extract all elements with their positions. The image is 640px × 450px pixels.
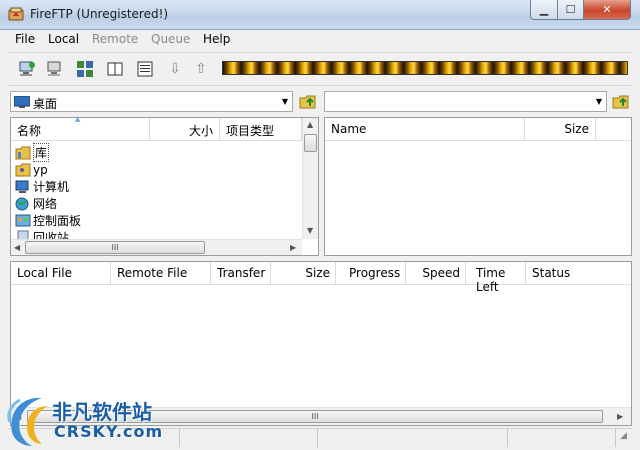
site-manager-icon [77,61,93,77]
queue-col-local-file[interactable]: Local File [11,262,111,285]
status-cell-info [508,429,616,447]
scroll-up-icon[interactable]: ▲ [307,120,313,129]
user-folder-icon [15,163,31,176]
crsky-logo-icon [7,397,48,446]
local-col-name-label: 名称 [17,124,42,138]
connect-button[interactable] [16,59,38,79]
activity-banner [222,61,628,75]
menu-bar: File Local Remote Queue Help [8,30,632,50]
list-item[interactable]: 控制面板 [15,212,81,229]
remote-path-combo[interactable]: ▼ [324,91,607,112]
disconnect-button[interactable] [44,59,66,79]
upload-icon: ⇧ [195,61,207,77]
maximize-icon: ☐ [565,3,576,16]
status-cell-progress [318,429,508,447]
close-button[interactable]: ✕ [583,0,631,20]
list-item[interactable]: 库 [15,143,50,162]
remote-col-name[interactable]: Name [325,118,525,141]
list-item[interactable]: 网络 [15,195,57,212]
window-title: FireFTP (Unregistered!) [30,7,169,21]
scroll-grip: III [311,412,319,421]
computer-icon [15,180,29,193]
remote-col-filler [596,118,631,141]
scroll-down-icon[interactable]: ▼ [307,226,313,235]
item-name: 库 [33,143,50,162]
remote-col-size[interactable]: Size [525,118,596,141]
queue-col-speed[interactable]: Speed [406,262,466,285]
properties-button[interactable] [134,59,156,79]
remote-parent-folder-icon[interactable] [612,92,630,110]
disconnect-icon [47,61,61,76]
list-item[interactable]: 计算机 [15,178,69,195]
watermark-en-text: CRSKY.com [54,422,164,441]
sort-indicator-icon: ▲ [75,115,81,123]
local-col-name[interactable]: 名称 ▲ [11,115,150,141]
scroll-grip: III [111,243,119,252]
local-vertical-scrollbar[interactable]: ▲ ▼ [302,118,318,239]
control-panel-icon [15,214,31,226]
scroll-thumb[interactable]: III [25,241,205,254]
toolbar: ⇩ ⇧ [8,52,632,86]
fireftp-app-icon [8,7,24,21]
status-cell-security [180,429,318,447]
minimize-icon: ▁ [539,3,549,16]
local-col-type[interactable]: 项目类型 [220,118,302,141]
chevron-down-icon[interactable]: ▼ [282,97,288,106]
queue-col-progress[interactable]: Progress [336,262,406,285]
recycle-bin-icon [17,230,29,239]
queue-col-size[interactable]: Size [271,262,336,285]
local-path-combo[interactable]: 桌面 ▼ [10,91,293,112]
menu-help[interactable]: Help [203,32,230,46]
network-icon [15,197,29,210]
scroll-right-icon[interactable]: ▶ [617,412,623,421]
menu-local[interactable]: Local [48,32,79,46]
queue-col-status[interactable]: Status [526,262,631,285]
local-parent-folder-icon[interactable] [299,92,317,110]
scroll-thumb[interactable] [304,134,317,152]
menu-remote[interactable]: Remote [92,32,138,46]
download-icon: ⇩ [169,61,181,77]
crsky-watermark: 非凡软件站 CRSKY.com [0,388,164,450]
local-file-pane[interactable]: 名称 ▲ 大小 项目类型 库 yp 计算机 网络 控制面板 回收站 ▲ ▼ ◀ … [10,115,319,256]
item-name: 控制面板 [33,214,82,228]
site-manager-button[interactable] [74,59,96,79]
properties-icon [137,61,153,77]
connect-icon [19,61,35,76]
desktop-icon [14,96,30,108]
local-col-size[interactable]: 大小 [150,118,220,141]
log-button[interactable] [104,59,126,79]
minimize-button[interactable]: ▁ [530,0,558,20]
title-bar[interactable]: FireFTP (Unregistered!) ▁ ☐ ✕ [0,0,640,30]
download-button[interactable]: ⇩ [164,59,186,79]
log-icon [107,62,123,76]
local-horizontal-scrollbar[interactable]: ◀ III ▶ [11,239,302,255]
remote-file-pane[interactable]: Name Size [324,117,632,256]
close-icon: ✕ [602,3,612,16]
scroll-left-icon[interactable]: ◀ [14,243,20,252]
queue-col-remote-file[interactable]: Remote File [111,262,211,285]
menu-queue[interactable]: Queue [151,32,190,46]
upload-button[interactable]: ⇧ [190,59,212,79]
scroll-right-icon[interactable]: ▶ [290,243,296,252]
library-folder-icon [15,146,31,159]
list-item[interactable]: yp [15,161,48,178]
maximize-button[interactable]: ☐ [557,0,584,20]
list-item[interactable]: 回收站 [15,229,69,239]
item-name: 网络 [33,197,58,211]
menu-file[interactable]: File [15,32,35,46]
item-name: yp [33,162,48,177]
chevron-down-icon[interactable]: ▼ [596,97,602,106]
resize-grip-icon[interactable]: ◢ [620,431,627,441]
local-path-value: 桌面 [33,97,58,111]
queue-col-transfer[interactable]: Transfer [211,262,271,285]
queue-col-time-left[interactable]: Time Left [466,262,526,294]
watermark-cn-text: 非凡软件站 [52,400,152,424]
item-name: 回收站 [33,231,70,239]
item-name: 计算机 [33,180,70,194]
